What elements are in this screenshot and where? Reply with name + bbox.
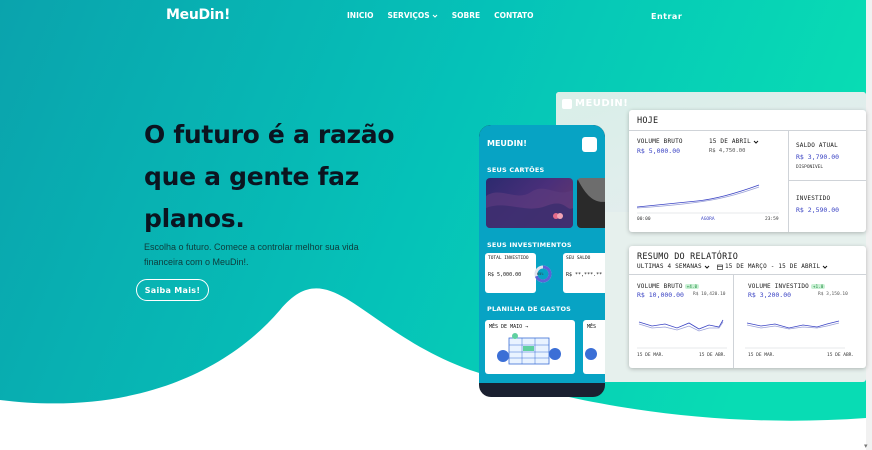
- axis-label: 00:00: [637, 217, 651, 222]
- divider: [629, 130, 866, 131]
- divider: [788, 180, 866, 181]
- date-select[interactable]: 15 DE ABRIL: [709, 138, 759, 145]
- balance-note: DISPONIVEL: [796, 165, 824, 170]
- logo-square-icon: [562, 98, 572, 109]
- report-gross-compare: R$ 10,420.10: [693, 292, 726, 297]
- total-invested-label: TOTAL INVESTIDO: [488, 256, 529, 261]
- report-title: RESUMO DO RELATÓRIO: [637, 252, 739, 262]
- axis-label: 15 DE MAR.: [748, 353, 776, 358]
- phone-mockup: MEUDIN! SEUS CARTÕES SEUS INVESTIMENTOS …: [479, 125, 605, 397]
- sheet-title: PLANILHA DE GASTOS: [487, 305, 572, 313]
- nav-link-label: SERVIÇOS: [387, 11, 430, 20]
- invested-line-chart: [745, 320, 845, 349]
- spreadsheet-illustration-icon: [497, 333, 561, 365]
- divider: [788, 130, 789, 232]
- month-sheet-label: MÊS: [587, 324, 597, 330]
- progress-ring-label: 65%: [537, 272, 544, 276]
- invested-value: R$ 2,590.00: [796, 206, 840, 214]
- period-select-label: ULTIMAS 4 SEMANAS: [637, 263, 702, 270]
- card-pattern: [486, 188, 573, 228]
- hero-title-line: planos.: [144, 204, 245, 233]
- report-invested-compare: R$ 3,150.10: [818, 292, 848, 297]
- range-select-label: 15 DE MARÇO - 15 DE ABRIL: [725, 263, 821, 270]
- investments-title: SEUS INVESTIMENTOS: [487, 241, 572, 249]
- scroll-down-icon[interactable]: ▾: [864, 442, 868, 450]
- gross-volume-label: VOLUME BRUTO: [637, 138, 683, 145]
- gross-line-chart: [637, 319, 727, 349]
- gross-volume-value: R$ 5,000.00: [637, 147, 681, 155]
- month-sheet-card[interactable]: MÊS DE MAIO →: [485, 320, 575, 374]
- month-sheet-card[interactable]: MÊS: [583, 320, 605, 374]
- card-pattern: [577, 178, 605, 228]
- hero-subtitle-line: financeira com o MeuDin!.: [144, 257, 249, 267]
- axis-label: 15 DE MAR.: [637, 353, 665, 358]
- date-value: R$ 4,750.00: [709, 148, 746, 154]
- main-nav: INICIO SERVIÇOS SOBRE CONTATO: [347, 11, 534, 20]
- growth-badge: +4.0: [684, 284, 700, 289]
- total-invested-value: R$ 5,000.00: [488, 272, 522, 278]
- report-gross-label-text: VOLUME BRUTO: [637, 283, 683, 290]
- phone-screen: MEUDIN! SEUS CARTÕES SEUS INVESTIMENTOS …: [479, 125, 605, 383]
- menu-icon: [582, 137, 597, 152]
- nav-link-contato[interactable]: CONTATO: [494, 11, 533, 20]
- brand-logo[interactable]: MeuDin!: [166, 7, 230, 23]
- nav-link-label: INICIO: [347, 11, 374, 20]
- report-gross-label: VOLUME BRUTO +4.0: [637, 283, 700, 290]
- month-sheet-label: MÊS DE MAIO →: [489, 324, 529, 330]
- axis-label: 15 DE ABR.: [827, 353, 855, 358]
- balance-card: SEU SALDO R$ **,***.**: [563, 253, 605, 293]
- period-select[interactable]: ULTIMAS 4 SEMANAS: [637, 263, 710, 270]
- chevron-down-icon: [704, 265, 710, 269]
- axis-label: 23:59: [765, 217, 779, 222]
- credit-card: [486, 178, 573, 228]
- axis-label: 15 DE ABR.: [699, 353, 727, 358]
- date-select-label: 15 DE ABRIL: [709, 138, 751, 145]
- today-panel: HOJE VOLUME BRUTO R$ 5,000.00 15 DE ABRI…: [629, 110, 866, 232]
- login-link[interactable]: Entrar: [651, 12, 682, 21]
- invested-label: INVESTIDO: [796, 195, 831, 202]
- phone-logo: MEUDIN!: [487, 139, 527, 148]
- phone-balance-value: R$ **,***.**: [566, 272, 603, 278]
- spreadsheet-illustration-icon: [585, 348, 597, 360]
- report-invested-value: R$ 3,200.00: [748, 291, 792, 299]
- balance-value: R$ 3,790.00: [796, 153, 840, 161]
- dashboard-logo: MEUDIN!: [562, 98, 628, 109]
- report-invested-label-text: VOLUME INVESTIDO: [748, 283, 809, 290]
- divider: [629, 274, 866, 275]
- hero-subtitle: Escolha o futuro. Comece a controlar mel…: [144, 240, 414, 270]
- learn-more-button[interactable]: Saiba Mais!: [136, 279, 209, 301]
- phone-balance-label: SEU SALDO: [566, 256, 591, 261]
- nav-link-servicos[interactable]: SERVIÇOS: [388, 11, 438, 20]
- report-invested-label: VOLUME INVESTIDO +1.0: [748, 283, 826, 290]
- report-gross-value: R$ 10,000.00: [637, 291, 684, 299]
- chevron-down-icon: [432, 14, 438, 18]
- hero-title: O futuro é a razão que a gente faz plano…: [144, 114, 444, 240]
- today-title: HOJE: [637, 116, 659, 126]
- balance-label: SALDO ATUAL: [796, 142, 838, 149]
- credit-card: [577, 178, 605, 228]
- total-invested-card: TOTAL INVESTIDO R$ 5,000.00 65%: [485, 253, 552, 293]
- hero-subtitle-line: Escolha o futuro. Comece a controlar mel…: [144, 242, 359, 252]
- hero-title-line: O futuro é a razão: [144, 120, 395, 149]
- today-line-chart: [637, 184, 779, 214]
- nav-link-sobre[interactable]: SOBRE: [452, 11, 480, 20]
- dashboard-logo-text: MEUDIN!: [575, 98, 629, 109]
- chevron-down-icon: [753, 140, 759, 144]
- report-panel: RESUMO DO RELATÓRIO ULTIMAS 4 SEMANAS 15…: [629, 246, 866, 368]
- cards-title: SEUS CARTÕES: [487, 166, 545, 174]
- range-select[interactable]: 15 DE MARÇO - 15 DE ABRIL: [717, 263, 828, 270]
- nav-link-label: SOBRE: [451, 11, 481, 20]
- divider: [733, 274, 734, 368]
- nav-link-label: CONTATO: [494, 11, 534, 20]
- calendar-icon: [717, 264, 723, 270]
- hero-title-line: que a gente faz: [144, 162, 359, 191]
- nav-link-inicio[interactable]: INICIO: [347, 11, 374, 20]
- growth-badge: +1.0: [811, 284, 826, 289]
- axis-label: AGORA: [701, 217, 715, 222]
- chevron-down-icon: [822, 265, 828, 269]
